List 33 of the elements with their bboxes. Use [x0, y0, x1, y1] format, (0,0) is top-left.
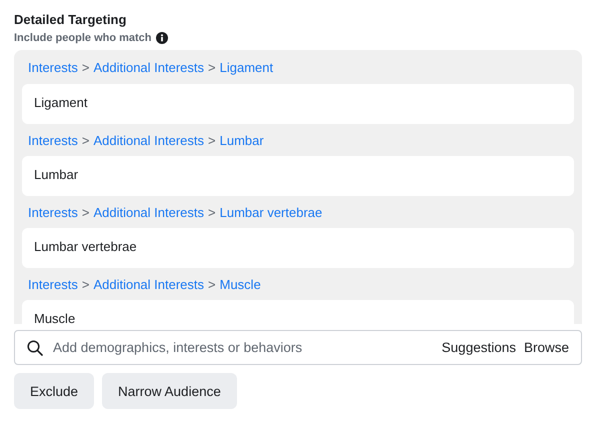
audience-button[interactable]: Narrow Audience: [102, 373, 237, 409]
breadcrumb-separator: >: [208, 132, 216, 148]
breadcrumb-link[interactable]: Muscle: [220, 276, 261, 292]
breadcrumb-link[interactable]: Interests: [28, 204, 78, 220]
breadcrumb-link[interactable]: Additional Interests: [93, 132, 204, 148]
search-action-link[interactable]: Browse: [524, 340, 569, 355]
audience-button[interactable]: Exclude: [14, 373, 94, 409]
breadcrumb-separator: >: [82, 204, 90, 220]
breadcrumb-separator: >: [82, 60, 90, 74]
selected-interest: Muscle: [22, 300, 574, 324]
breadcrumb-separator: >: [208, 60, 216, 74]
breadcrumb-separator: >: [208, 276, 216, 292]
breadcrumb-link[interactable]: Interests: [28, 276, 78, 292]
breadcrumb-link[interactable]: Additional Interests: [93, 276, 204, 292]
breadcrumb-link[interactable]: Additional Interests: [93, 204, 204, 220]
section-subtitle: Include people who match: [14, 32, 152, 44]
info-icon[interactable]: [156, 32, 168, 44]
breadcrumb-separator: >: [208, 204, 216, 220]
selected-interest: Ligament: [22, 84, 574, 124]
breadcrumb-link[interactable]: Ligament: [220, 60, 274, 74]
breadcrumb-separator: >: [82, 132, 90, 148]
selected-interest: Lumbar: [22, 156, 574, 196]
section-title: Detailed Targeting: [14, 11, 128, 29]
breadcrumb-link[interactable]: Lumbar vertebrae: [220, 204, 322, 220]
search-field[interactable]: Add demographics, interests or behaviors Suggestions Browse: [14, 330, 582, 365]
breadcrumb-link[interactable]: Lumbar: [220, 132, 264, 148]
breadcrumb-link[interactable]: Additional Interests: [93, 60, 204, 74]
search-icon: [27, 340, 43, 356]
selected-interest: Lumbar vertebrae: [22, 228, 574, 268]
breadcrumb-link[interactable]: Interests: [28, 60, 78, 74]
search-action-link[interactable]: Suggestions: [442, 340, 516, 355]
breadcrumb-link[interactable]: Interests: [28, 132, 78, 148]
breadcrumb-separator: >: [82, 276, 90, 292]
